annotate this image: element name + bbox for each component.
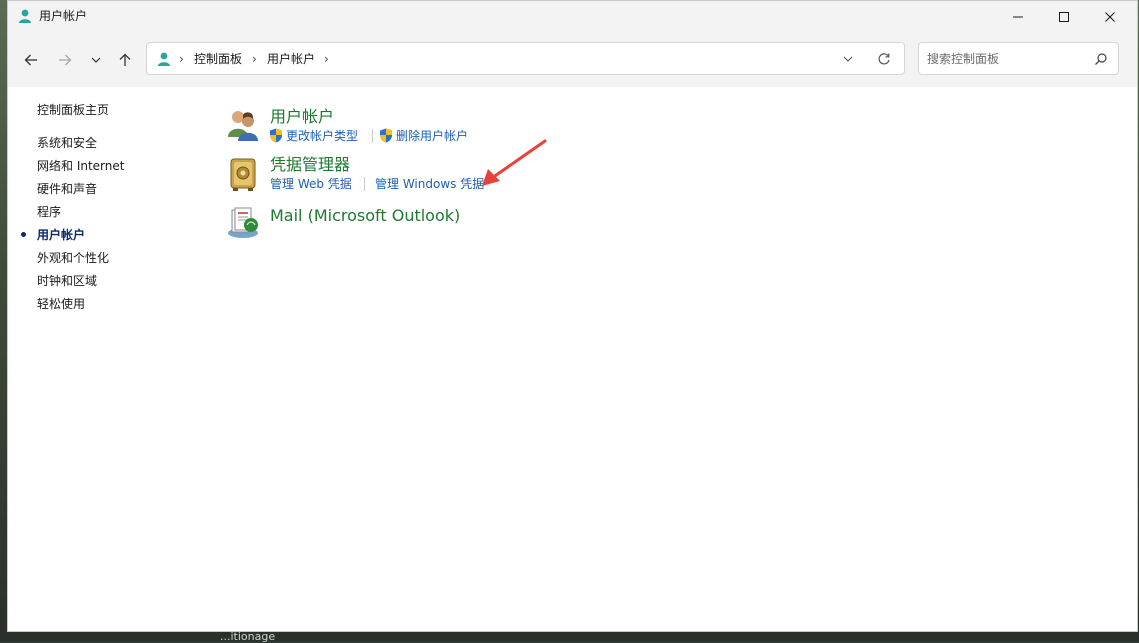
recent-locations-button[interactable]: [83, 47, 109, 73]
navigation-bar: › 控制面板 › 用户帐户 ›: [8, 32, 1137, 87]
uac-shield-icon: [270, 128, 282, 143]
refresh-icon: [878, 53, 890, 65]
sidebar-item-appearance[interactable]: 外观和个性化: [37, 250, 109, 266]
delete-user-account-link[interactable]: 删除用户帐户: [396, 128, 468, 144]
breadcrumb-control-panel[interactable]: 控制面板: [194, 51, 242, 67]
user-accounts-icon: [158, 52, 170, 66]
manage-windows-credentials-link[interactable]: 管理 Windows 凭据: [375, 176, 484, 192]
sidebar-item-hardware-sound[interactable]: 硬件和声音: [37, 181, 97, 197]
search-input[interactable]: [927, 49, 1087, 69]
annotation-arrow-icon: [482, 139, 547, 186]
close-button[interactable]: [1087, 1, 1133, 32]
sidebar-item-system-security[interactable]: 系统和安全: [37, 135, 97, 151]
category-title-mail[interactable]: Mail (Microsoft Outlook): [270, 206, 460, 226]
search-box[interactable]: [918, 42, 1119, 75]
address-bar[interactable]: › 控制面板 › 用户帐户 ›: [146, 42, 905, 75]
sidebar-item-programs[interactable]: 程序: [37, 204, 61, 220]
window-title: 用户帐户: [39, 9, 88, 23]
sidebar-item-user-accounts[interactable]: 用户帐户: [37, 227, 85, 243]
control-panel-window: 用户帐户 › 控制面板 › 用户帐户 › 搜索控制面板 控制面板主页 系统和安全…: [7, 0, 1138, 632]
category-title-user-accounts[interactable]: 用户帐户: [270, 107, 334, 127]
sidebar-item-control-panel-home[interactable]: 控制面板主页: [37, 102, 109, 118]
mail-icon[interactable]: [225, 204, 261, 240]
search-icon[interactable]: [1094, 52, 1108, 66]
forward-button[interactable]: [52, 47, 78, 73]
users-icon[interactable]: [225, 107, 261, 143]
up-button[interactable]: [112, 47, 138, 73]
refresh-button[interactable]: [875, 50, 893, 68]
breadcrumb-user-accounts[interactable]: 用户帐户: [267, 51, 315, 67]
active-item-bullet: [21, 232, 26, 237]
breadcrumb-separator[interactable]: ›: [179, 51, 184, 67]
chevron-down-icon: [91, 57, 101, 63]
user-accounts-icon: [19, 9, 31, 23]
sidebar-item-clock-region[interactable]: 时钟和区域: [37, 273, 97, 289]
minimize-icon: [1013, 16, 1023, 17]
arrow-left-icon: [24, 54, 37, 66]
sidebar-item-ease-of-access[interactable]: 轻松使用: [37, 296, 85, 312]
chevron-down-icon: [843, 56, 853, 62]
arrow-right-icon: [59, 54, 72, 66]
address-history-dropdown[interactable]: [840, 51, 856, 67]
sidebar-item-network-internet[interactable]: 网络和 Internet: [37, 158, 124, 174]
maximize-button[interactable]: [1041, 1, 1087, 32]
arrow-up-icon: [119, 53, 131, 66]
link-separator: [372, 129, 373, 143]
title-bar: 用户帐户: [8, 1, 1137, 32]
breadcrumb-separator[interactable]: ›: [324, 51, 329, 67]
category-title-credential-manager[interactable]: 凭据管理器: [270, 155, 350, 175]
back-button[interactable]: [18, 47, 44, 73]
manage-web-credentials-link[interactable]: 管理 Web 凭据: [270, 176, 352, 192]
close-icon: [1105, 11, 1115, 22]
change-account-type-link[interactable]: 更改帐户类型: [286, 128, 358, 144]
maximize-icon: [1059, 11, 1069, 22]
credential-vault-icon[interactable]: [225, 156, 261, 192]
minimize-button[interactable]: [995, 1, 1041, 32]
breadcrumb-separator[interactable]: ›: [252, 51, 257, 67]
uac-shield-icon: [380, 128, 392, 143]
link-separator: [364, 177, 365, 191]
